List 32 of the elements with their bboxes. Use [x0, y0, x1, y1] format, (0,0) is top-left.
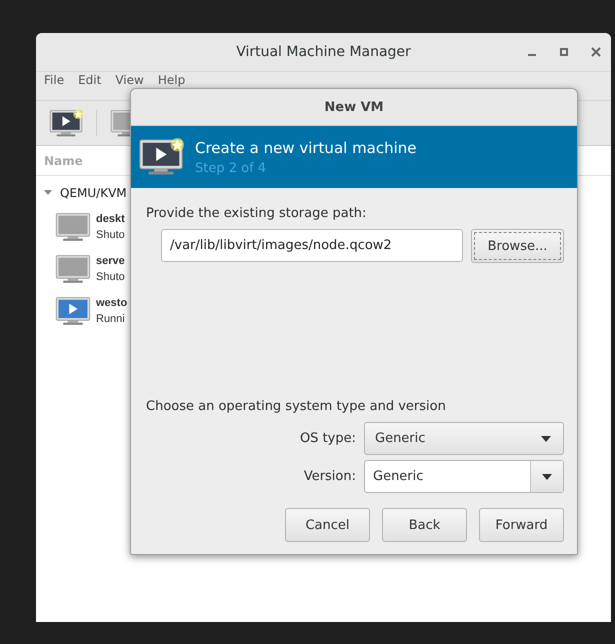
browse-button[interactable]: Browse...: [471, 229, 564, 263]
storage-path-field[interactable]: /var/lib/libvirt/images/node.qcow2: [161, 229, 463, 262]
menu-item[interactable]: Edit: [78, 74, 102, 86]
menu-item[interactable]: Help: [158, 74, 186, 86]
field-label: OS type:: [300, 431, 356, 446]
vm-name: deskt: [96, 212, 125, 227]
os-label: Choose an operating system type and version: [146, 399, 447, 414]
maximize-icon[interactable]: [559, 47, 569, 57]
close-icon[interactable]: [591, 47, 601, 57]
wizard-title: Create a new virtual machine: [195, 138, 417, 156]
vm-status: Shuto: [96, 270, 125, 285]
window-title: Virtual Machine Manager: [236, 44, 411, 60]
dialog-button[interactable]: Back: [382, 508, 467, 542]
version-combo-field[interactable]: Generic: [364, 460, 564, 493]
dialog-button[interactable]: Forward: [479, 508, 564, 542]
vm-name: westo: [96, 296, 128, 311]
dialog-button[interactable]: Cancel: [285, 508, 370, 542]
vm-status: Runni: [96, 312, 126, 327]
dialog-title: New VM: [324, 100, 384, 114]
group-label[interactable]: QEMU/KVM: [60, 186, 127, 200]
field-label: Version:: [304, 469, 356, 484]
storage-label: Provide the existing storage path:: [146, 206, 368, 221]
menu-item[interactable]: File: [44, 74, 64, 86]
menu-item[interactable]: View: [115, 74, 144, 86]
dropdown-arrow-icon: [542, 474, 552, 480]
vm-name: serve: [96, 254, 125, 269]
os-type-dropdown[interactable]: Generic: [364, 422, 564, 455]
step-indicator: Step 2 of 4: [195, 160, 268, 176]
monitor-star-icon[interactable]: [48, 108, 84, 138]
monitor-star-icon: [137, 138, 185, 176]
vm-status: Shuto: [96, 228, 125, 243]
dropdown-arrow-icon: [541, 436, 551, 442]
